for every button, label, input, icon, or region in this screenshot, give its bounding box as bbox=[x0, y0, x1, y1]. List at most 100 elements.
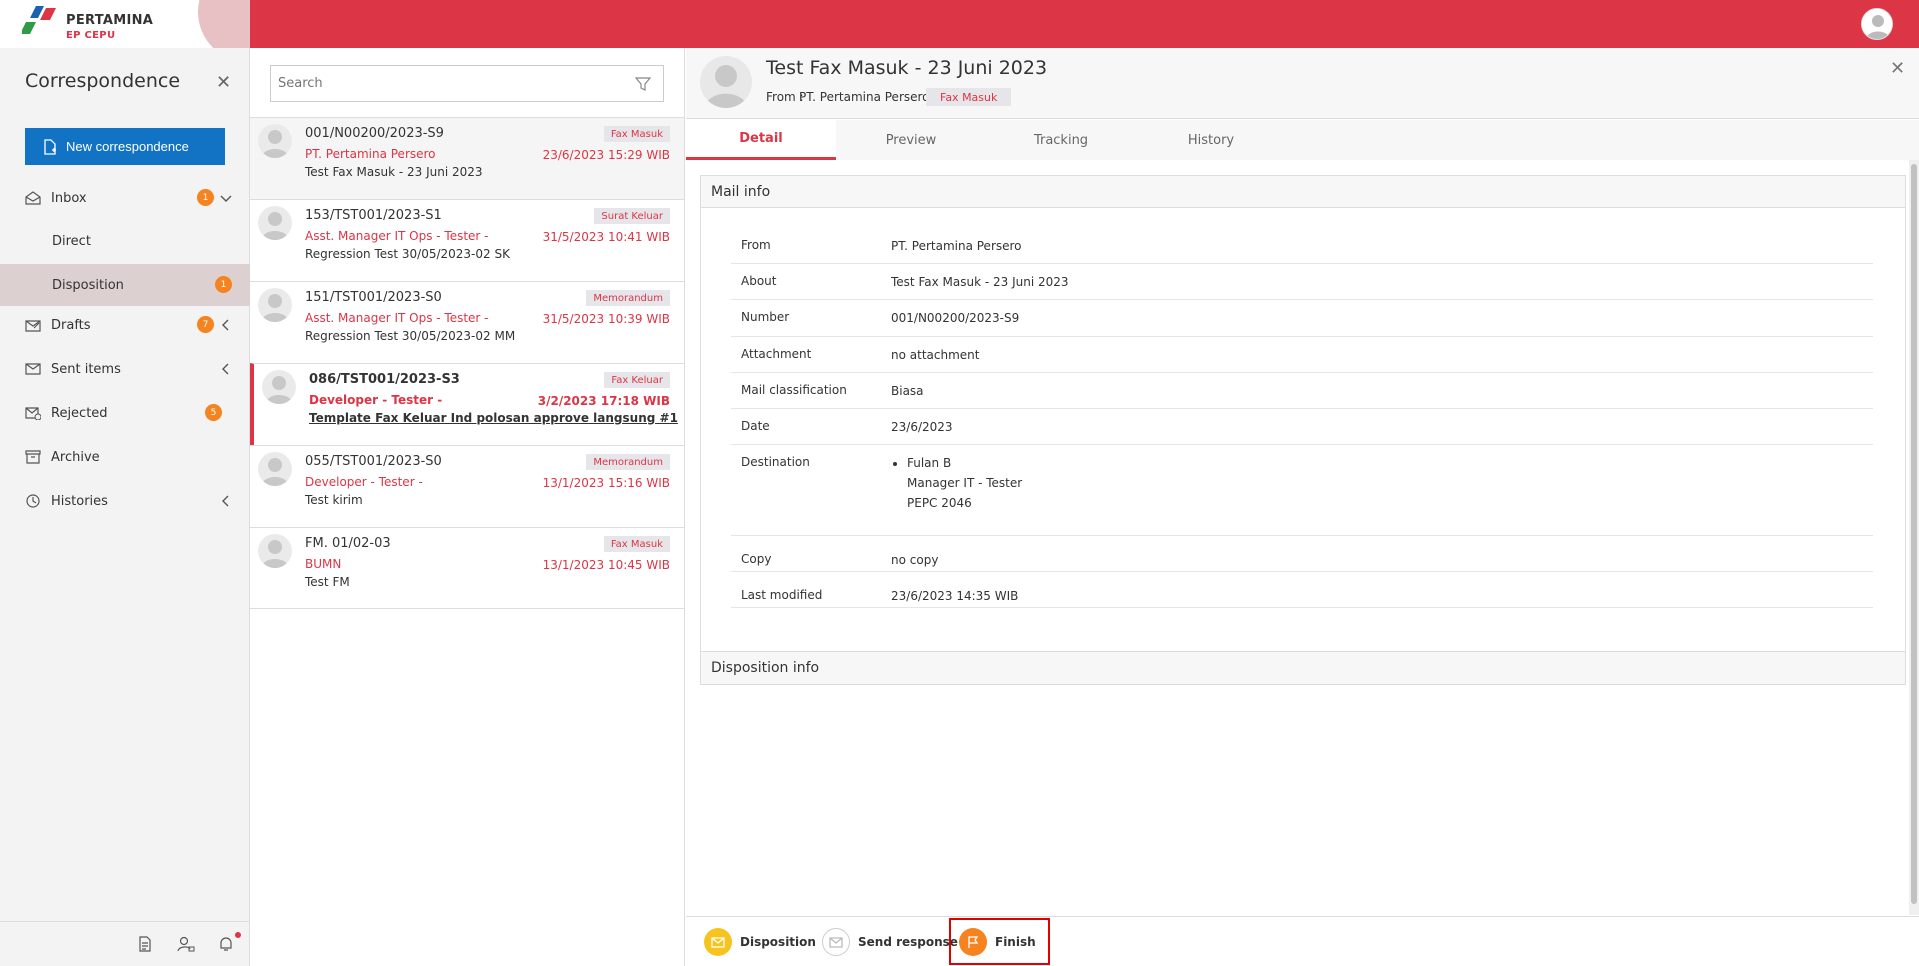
mail-subject: Test FM bbox=[305, 575, 350, 589]
inbox-icon bbox=[25, 191, 41, 205]
new-document-icon bbox=[44, 138, 56, 155]
mail-number: 153/TST001/2023-S1 bbox=[305, 208, 442, 223]
document-icon[interactable] bbox=[138, 936, 152, 952]
bell-icon[interactable] bbox=[218, 936, 234, 952]
notification-dot bbox=[235, 932, 241, 938]
tab-detail[interactable]: Detail bbox=[686, 120, 836, 160]
drafts-count-badge: 7 bbox=[197, 316, 214, 333]
disposition-info-panel[interactable]: Disposition info bbox=[700, 651, 1906, 685]
new-correspondence-button[interactable]: New correspondence bbox=[25, 128, 225, 165]
user-lock-icon[interactable] bbox=[177, 936, 195, 952]
info-row-destination: Destination Fulan B Manager IT - Tester … bbox=[731, 445, 1873, 536]
destination-name: Fulan B bbox=[907, 456, 952, 470]
field-value: 001/N00200/2023-S9 bbox=[891, 311, 1020, 325]
field-value: Biasa bbox=[891, 384, 924, 398]
disposition-label: Disposition bbox=[740, 935, 816, 949]
mail-number: FM. 01/02-03 bbox=[305, 536, 391, 551]
mail-info-panel: Mail info From PT. Pertamina Persero Abo… bbox=[700, 175, 1906, 653]
field-value: no attachment bbox=[891, 348, 980, 362]
rejected-icon bbox=[25, 407, 41, 420]
mail-sender: Asst. Manager IT Ops - Tester - bbox=[305, 229, 489, 243]
mail-subject: Test Fax Masuk - 23 Juni 2023 bbox=[305, 165, 483, 179]
info-row-number: Number 001/N00200/2023-S9 bbox=[731, 300, 1873, 337]
tab-history[interactable]: History bbox=[1136, 120, 1286, 160]
sidebar-item-histories[interactable]: Histories bbox=[0, 482, 250, 520]
new-correspondence-label: New correspondence bbox=[66, 139, 189, 154]
sidebar-item-rejected[interactable]: Rejected 5 bbox=[0, 394, 250, 432]
avatar bbox=[262, 370, 296, 404]
field-label: Last modified bbox=[741, 588, 823, 602]
detail-header: Test Fax Masuk - 23 Juni 2023 From : PT.… bbox=[686, 48, 1919, 119]
send-response-button[interactable]: Send response bbox=[822, 927, 958, 957]
mail-date: 31/5/2023 10:39 WIB bbox=[542, 312, 670, 326]
info-row-classification: Mail classification Biasa bbox=[731, 373, 1873, 409]
envelope-icon bbox=[704, 928, 732, 956]
archive-icon bbox=[25, 450, 41, 464]
chevron-down-icon[interactable] bbox=[220, 192, 232, 204]
detail-type-badge: Fax Masuk bbox=[926, 88, 1012, 106]
sidebar-item-inbox[interactable]: Inbox 1 bbox=[0, 179, 250, 217]
logo[interactable]: PERTAMINA EP CEPU bbox=[0, 0, 250, 48]
destination-list: Fulan B Manager IT - Tester PEPC 2046 bbox=[891, 453, 1022, 513]
filter-icon[interactable] bbox=[635, 76, 651, 92]
avatar bbox=[258, 124, 292, 158]
top-bar: PERTAMINA EP CEPU bbox=[0, 0, 1919, 48]
info-row-attachment: Attachment no attachment bbox=[731, 337, 1873, 373]
info-row-last-modified: Last modified 23/6/2023 14:35 WIB bbox=[731, 572, 1873, 608]
mail-date: 31/5/2023 10:41 WIB bbox=[542, 230, 670, 244]
flag-icon bbox=[959, 928, 987, 956]
field-label: Number bbox=[741, 310, 790, 324]
history-icon bbox=[26, 494, 40, 508]
close-sidebar-icon[interactable]: ✕ bbox=[216, 72, 231, 93]
finish-button[interactable]: Finish bbox=[959, 927, 1036, 957]
sidebar-item-label: Archive bbox=[51, 449, 100, 465]
sidebar: Correspondence ✕ New correspondence Inbo… bbox=[0, 48, 250, 966]
avatar bbox=[258, 452, 292, 486]
chevron-left-icon[interactable] bbox=[220, 363, 232, 375]
tab-tracking[interactable]: Tracking bbox=[986, 120, 1136, 160]
list-item-unread[interactable]: 086/TST001/2023-S3 Developer - Tester - … bbox=[250, 363, 684, 445]
mail-subject: Regression Test 30/05/2023-02 MM bbox=[305, 329, 516, 343]
search-box bbox=[270, 65, 664, 102]
rejected-count-badge: 5 bbox=[205, 404, 222, 421]
sidebar-item-label: Disposition bbox=[52, 277, 124, 293]
mail-number: 055/TST001/2023-S0 bbox=[305, 454, 442, 469]
sidebar-item-label: Histories bbox=[51, 493, 108, 509]
avatar bbox=[258, 206, 292, 240]
scrollbar[interactable] bbox=[1909, 160, 1919, 915]
mail-list: 001/N00200/2023-S9 PT. Pertamina Persero… bbox=[250, 48, 685, 966]
list-item[interactable]: 151/TST001/2023-S0 Asst. Manager IT Ops … bbox=[250, 281, 684, 363]
list-item[interactable]: 153/TST001/2023-S1 Asst. Manager IT Ops … bbox=[250, 199, 684, 281]
sidebar-item-drafts[interactable]: Drafts 7 bbox=[0, 306, 250, 344]
info-row-copy: Copy no copy bbox=[731, 536, 1873, 572]
list-item[interactable]: FM. 01/02-03 BUMN Test FM Fax Masuk 13/1… bbox=[250, 527, 684, 609]
user-avatar[interactable] bbox=[1861, 8, 1893, 40]
field-label: Attachment bbox=[741, 347, 812, 361]
tab-preview[interactable]: Preview bbox=[836, 120, 986, 160]
field-value: PT. Pertamina Persero bbox=[891, 239, 1022, 253]
mail-sender: Asst. Manager IT Ops - Tester - bbox=[305, 311, 489, 325]
info-row-about: About Test Fax Masuk - 23 Juni 2023 bbox=[731, 264, 1873, 300]
list-item[interactable]: 055/TST001/2023-S0 Developer - Tester - … bbox=[250, 445, 684, 527]
close-detail-icon[interactable]: ✕ bbox=[1890, 58, 1905, 79]
mail-date: 13/1/2023 15:16 WIB bbox=[542, 476, 670, 490]
brand-sub: EP CEPU bbox=[66, 30, 116, 41]
mail-date: 23/6/2023 15:29 WIB bbox=[542, 148, 670, 162]
search-input[interactable] bbox=[271, 66, 631, 101]
sidebar-item-label: Direct bbox=[52, 233, 91, 249]
chevron-left-icon[interactable] bbox=[220, 495, 232, 507]
sidebar-item-sent-items[interactable]: Sent items bbox=[0, 350, 250, 388]
mail-type-badge: Fax Keluar bbox=[604, 372, 670, 388]
sidebar-item-disposition[interactable]: Disposition 1 bbox=[0, 264, 250, 306]
destination-code: PEPC 2046 bbox=[907, 496, 972, 510]
sidebar-item-archive[interactable]: Archive bbox=[0, 438, 250, 476]
list-item[interactable]: 001/N00200/2023-S9 PT. Pertamina Persero… bbox=[250, 117, 684, 199]
sidebar-title: Correspondence bbox=[25, 70, 181, 92]
chevron-left-icon[interactable] bbox=[220, 319, 232, 331]
mail-date: 3/2/2023 17:18 WIB bbox=[537, 394, 670, 408]
disposition-button[interactable]: Disposition bbox=[704, 927, 816, 957]
mail-sender: BUMN bbox=[305, 557, 342, 571]
mail-subject: Test kirim bbox=[305, 493, 363, 507]
sidebar-item-direct[interactable]: Direct bbox=[0, 222, 250, 260]
field-value: no copy bbox=[891, 553, 939, 567]
